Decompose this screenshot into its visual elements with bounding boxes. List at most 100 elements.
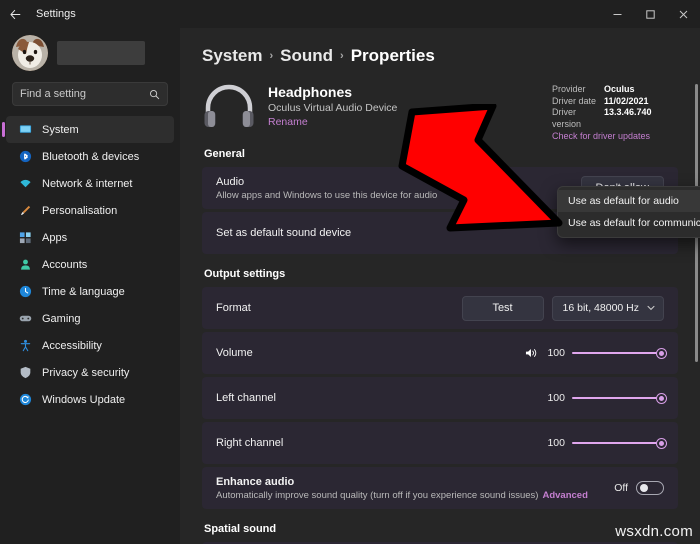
sidebar-item-label: Windows Update [42,394,125,406]
device-subtitle: Oculus Virtual Audio Device [268,102,397,114]
volume-slider-group: 100 [525,346,664,360]
sidebar-item-label: Apps [42,232,67,244]
slider-thumb[interactable] [657,349,666,358]
system-icon [18,123,32,137]
test-button[interactable]: Test [462,296,544,321]
sidebar-item-label: System [42,124,79,136]
sidebar-item-personalisation[interactable]: Personalisation [6,197,174,224]
gamepad-icon [18,312,32,326]
right-channel-slider-group: 100 [545,436,664,450]
sidebar-item-apps[interactable]: Apps [6,224,174,251]
left-channel-slider-group: 100 [545,391,664,405]
slider-fill [572,397,664,399]
sidebar-item-label: Time & language [42,286,125,298]
accessibility-icon [18,339,32,353]
bluetooth-icon [18,150,32,164]
left-channel-card: Left channel 100 [202,377,678,419]
driver-date-row: Driver date 11/02/2021 [552,96,670,108]
sidebar-item-label: Privacy & security [42,367,129,379]
close-button[interactable] [667,0,700,28]
driver-info: Provider Oculus Driver date 11/02/2021 D… [552,84,670,143]
minimize-button[interactable] [601,0,634,28]
volume-value: 100 [545,347,565,359]
content-pane: System › Sound › Properties [180,28,700,544]
headphones-icon [202,84,256,130]
sidebar-item-system[interactable]: System [6,116,174,143]
sidebar-item-label: Personalisation [42,205,117,217]
avatar [12,35,48,71]
driver-provider-value: Oculus [604,84,635,96]
maximize-button[interactable] [634,0,667,28]
sidebar-item-label: Accessibility [42,340,102,352]
sidebar-item-time-language[interactable]: Time & language [6,278,174,305]
spatial-sound-heading: Spatial sound [204,523,678,535]
breadcrumb-sound[interactable]: Sound [280,46,333,66]
audio-subtitle: Allow apps and Windows to use this devic… [216,190,581,201]
search-placeholder: Find a setting [20,88,143,100]
search-input[interactable]: Find a setting [12,82,168,106]
search-icon [149,89,160,100]
advanced-link[interactable]: Advanced [542,490,587,501]
sidebar-item-windows-update[interactable]: Windows Update [6,386,174,413]
left-channel-value: 100 [545,392,565,404]
device-name: Headphones [268,84,397,100]
breadcrumb-properties: Properties [351,46,435,66]
sidebar: Find a setting System Bluetooth & dev [0,28,180,544]
enhance-audio-toggle-group: Off [614,481,664,495]
account-icon [18,258,32,272]
sidebar-nav: System Bluetooth & devices Network & int… [6,116,174,413]
enhance-audio-toggle[interactable] [636,481,664,495]
enhance-audio-description: Automatically improve sound quality (tur… [216,490,538,501]
breadcrumb-system[interactable]: System [202,46,262,66]
driver-version-row: Driver version 13.3.46.740 [552,107,670,130]
sidebar-item-label: Network & internet [42,178,132,190]
audio-title: Audio [216,176,581,188]
slider-thumb[interactable] [657,439,666,448]
check-driver-updates-link[interactable]: Check for driver updates [552,131,670,143]
watermark: wsxdn.com [615,523,693,540]
sidebar-item-privacy-security[interactable]: Privacy & security [6,359,174,386]
right-channel-card: Right channel 100 [202,422,678,464]
driver-provider-row: Provider Oculus [552,84,670,96]
menu-item-use-as-default-communications[interactable]: Use as default for communications [558,212,700,234]
wifi-icon [18,177,32,191]
clock-icon [18,285,32,299]
menu-item-use-as-default-audio[interactable]: Use as default for audio [558,190,700,212]
account-block[interactable] [6,28,174,80]
driver-version-label: Driver version [552,107,604,130]
sidebar-item-accessibility[interactable]: Accessibility [6,332,174,359]
account-name-redacted [57,41,145,65]
volume-title: Volume [216,347,525,359]
title-bar: Settings [0,0,700,28]
sidebar-item-accounts[interactable]: Accounts [6,251,174,278]
sidebar-item-label: Gaming [42,313,81,325]
content-scrollbar[interactable] [694,84,699,484]
output-settings-heading: Output settings [204,268,678,280]
window-title: Settings [36,8,76,20]
volume-slider[interactable] [572,346,664,360]
sidebar-item-label: Bluetooth & devices [42,151,139,163]
volume-card: Volume 100 [202,332,678,374]
general-heading: General [204,148,678,160]
left-channel-slider[interactable] [572,391,664,405]
rename-link[interactable]: Rename [268,116,397,128]
slider-fill [572,442,664,444]
sidebar-item-gaming[interactable]: Gaming [6,305,174,332]
enhance-audio-state: Off [614,482,628,494]
format-value: 16 bit, 48000 Hz [563,302,639,314]
back-button[interactable] [0,0,30,28]
right-channel-slider[interactable] [572,436,664,450]
slider-thumb[interactable] [657,394,666,403]
chevron-right-icon: › [269,50,273,62]
format-dropdown[interactable]: 16 bit, 48000 Hz [552,296,664,321]
speaker-icon[interactable] [525,347,538,359]
device-header: Headphones Oculus Virtual Audio Device R… [202,82,678,130]
enhance-audio-subtitle: Automatically improve sound quality (tur… [216,490,614,501]
chevron-down-icon [647,304,655,313]
default-device-dropdown-menu: Use as default for audio Use as default … [557,186,700,238]
enhance-audio-card: Enhance audio Automatically improve soun… [202,467,678,509]
sidebar-item-network-internet[interactable]: Network & internet [6,170,174,197]
sidebar-item-bluetooth-devices[interactable]: Bluetooth & devices [6,143,174,170]
driver-version-value: 13.3.46.740 [604,107,652,130]
slider-fill [572,352,664,354]
